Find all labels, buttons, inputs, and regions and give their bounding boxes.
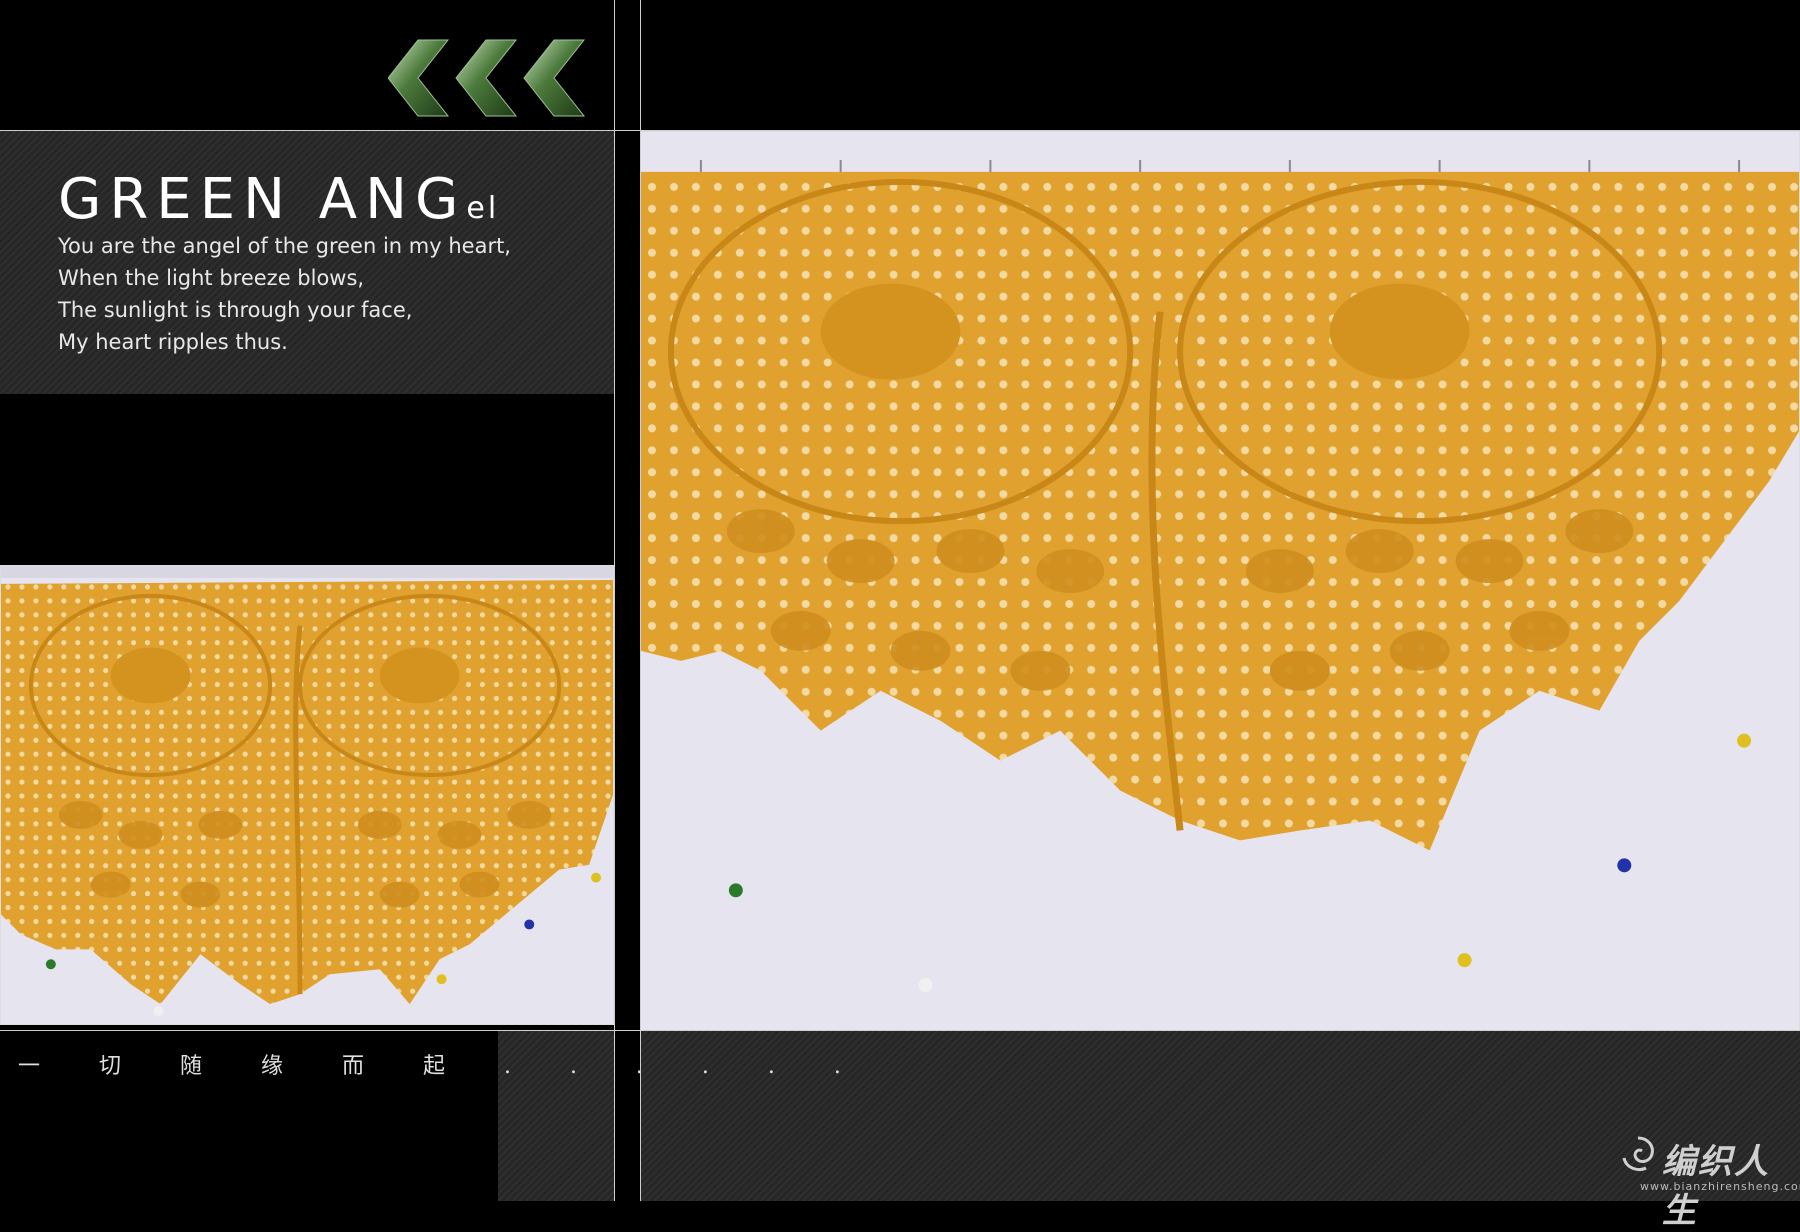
swirl-logo-icon — [1616, 1132, 1660, 1176]
top-band — [0, 0, 1800, 130]
shawl-photo-large — [640, 131, 1800, 1031]
poem-line: The sunlight is through your face, — [58, 298, 413, 322]
left-spacer — [0, 394, 614, 564]
title-main: GREEN ANG — [58, 167, 467, 232]
poem-line: When the light breeze blows, — [58, 266, 365, 290]
watermark-url: www.bianzhirensheng.com — [1640, 1180, 1800, 1193]
poem-line: You are the angel of the green in my hea… — [58, 234, 511, 258]
caption: 一 切 随 缘 而 起 . . . . . . — [18, 1054, 867, 1079]
shawl-photo-small — [0, 565, 614, 1025]
divider-horizontal — [0, 130, 1800, 131]
divider-horizontal — [0, 1030, 1800, 1031]
divider-vertical — [640, 0, 641, 1201]
page-title: GREEN ANGel — [58, 172, 499, 228]
triple-chevron-left-icon — [387, 38, 600, 118]
poem: You are the angel of the green in my hea… — [58, 230, 598, 358]
poem-line: My heart ripples thus. — [58, 330, 288, 354]
divider-vertical — [614, 0, 615, 1201]
title-suffix: el — [466, 191, 500, 226]
